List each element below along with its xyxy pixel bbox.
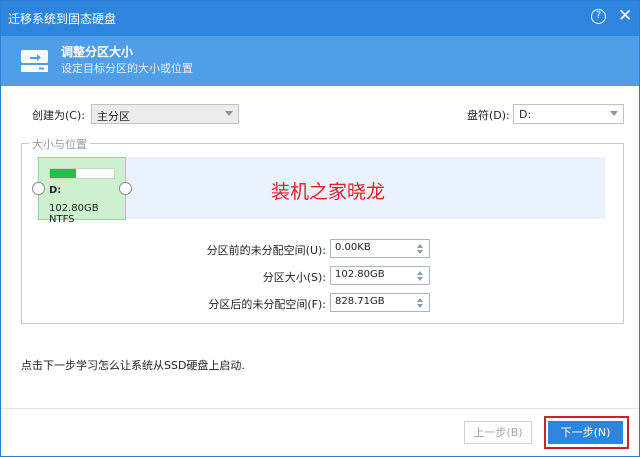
resize-handle-right[interactable] <box>119 182 132 195</box>
drive-letter-value: D: <box>519 108 532 121</box>
field-label: 分区后的未分配空间(F): <box>208 298 326 311</box>
footer-divider <box>1 408 639 409</box>
field-value: 102.80GB <box>335 269 385 280</box>
spin-up-icon[interactable] <box>417 298 423 302</box>
chevron-down-icon <box>225 111 233 116</box>
create-as-label: 创建为(C): <box>32 109 85 122</box>
question-circle-icon[interactable]: ? <box>591 9 606 24</box>
group-legend: 大小与位置 <box>29 136 90 152</box>
drive-letter-label: 盘符(D): <box>467 109 510 122</box>
unallocated-after-input[interactable]: 828.71GB <box>330 293 430 312</box>
partition-size: 102.80GB NTFS <box>49 203 99 225</box>
spin-down-icon[interactable] <box>417 277 423 281</box>
partition-block[interactable]: D: 102.80GB NTFS <box>38 157 126 225</box>
field-value: 0.00KB <box>335 242 371 253</box>
create-as-value: 主分区 <box>97 110 130 123</box>
field-label: 分区大小(S): <box>262 271 326 284</box>
close-icon[interactable]: ✕ <box>618 6 632 26</box>
step-header: 调整分区大小 设定目标分区的大小或位置 <box>1 36 639 86</box>
next-button[interactable]: 下一步(N) <box>548 421 623 444</box>
disk-icon <box>21 50 48 72</box>
resize-handle-left[interactable] <box>32 182 45 195</box>
drive-letter-select[interactable]: D: <box>513 104 624 124</box>
watermark-text: 装机之家晓龙 <box>271 181 386 203</box>
field-value: 828.71GB <box>335 296 385 307</box>
spin-down-icon[interactable] <box>417 250 423 254</box>
usage-bar <box>49 168 115 179</box>
unallocated-before-input[interactable]: 0.00KB <box>330 239 430 258</box>
title-bar: 迁移系统到固态硬盘 ? ✕ <box>1 1 639 36</box>
step-title: 调整分区大小 <box>61 45 134 59</box>
chevron-down-icon <box>610 111 618 116</box>
field-label: 分区前的未分配空间(U): <box>206 244 326 257</box>
spin-down-icon[interactable] <box>417 304 423 308</box>
step-subtitle: 设定目标分区的大小或位置 <box>61 62 193 75</box>
spin-up-icon[interactable] <box>417 244 423 248</box>
prev-button[interactable]: 上一步(B) <box>464 421 532 444</box>
spin-up-icon[interactable] <box>417 271 423 275</box>
create-as-select[interactable]: 主分区 <box>91 104 239 124</box>
partition-size-input[interactable]: 102.80GB <box>330 266 430 285</box>
hint-text: 点击下一步学习怎么让系统从SSD硬盘上启动. <box>21 359 245 372</box>
usage-fill <box>50 169 76 178</box>
dialog-window: 迁移系统到固态硬盘 ? ✕ 调整分区大小 设定目标分区的大小或位置 创建为(C)… <box>0 0 640 457</box>
partition-letter: D: <box>49 185 62 196</box>
window-title: 迁移系统到固态硬盘 <box>8 12 117 26</box>
